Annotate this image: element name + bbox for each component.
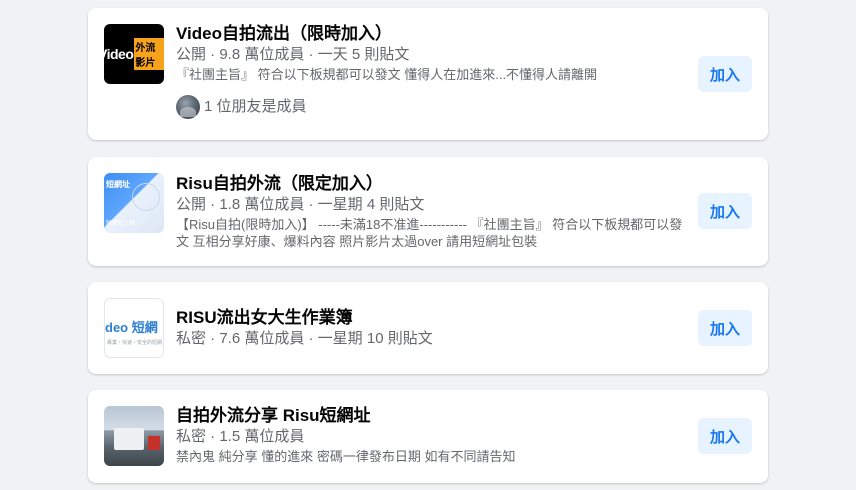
group-description: 『社團主旨』 符合以下板規都可以發文 懂得人在加進來...不懂得人請離開 xyxy=(176,67,598,82)
thumbnail-graphic xyxy=(114,428,144,450)
group-meta: 私密 · 1.5 萬位成員 xyxy=(176,428,305,445)
group-card: deo 短網 專業・快速・安全的短網 RISU流出女大生作業簿 私密 · 7.6… xyxy=(88,282,768,374)
group-meta: 私密 · 7.6 萬位成員 · 一星期 10 則貼文 xyxy=(176,330,433,347)
thumbnail-caption: 短網址 / 網 xyxy=(106,221,136,227)
thumbnail-graphic xyxy=(148,436,160,450)
join-button[interactable]: 加入 xyxy=(698,193,752,229)
thumbnail-text: 短網址 xyxy=(106,180,130,189)
group-meta: 公開 · 1.8 萬位成員 · 一星期 4 則貼文 xyxy=(176,196,425,213)
friend-avatar[interactable] xyxy=(176,95,200,119)
group-meta: 公開 · 9.8 萬位成員 · 一天 5 則貼文 xyxy=(176,46,410,63)
group-name[interactable]: 自拍外流分享 Risu短網址 xyxy=(176,405,688,427)
friends-row: 1 位朋友是成員 xyxy=(176,95,688,119)
thumbnail-badge: 外流影片 xyxy=(134,38,164,70)
join-button[interactable]: 加入 xyxy=(698,56,752,92)
group-description: 【Risu自拍(限時加入)】 -----未滿18不准進----------- 『… xyxy=(176,217,683,249)
thumbnail-text: Video xyxy=(104,46,134,62)
group-card: 短網址 短網址 / 網 Risu自拍外流（限定加入） 公開 · 1.8 萬位成員… xyxy=(88,157,768,266)
group-thumbnail[interactable]: 短網址 短網址 / 網 xyxy=(104,173,164,233)
friends-count: 1 位朋友是成員 xyxy=(204,98,307,115)
group-thumbnail[interactable]: deo 短網 專業・快速・安全的短網 xyxy=(104,298,164,358)
group-card: Video 外流影片 Video自拍流出（限時加入） 公開 · 9.8 萬位成員… xyxy=(88,8,768,140)
thumbnail-text: deo 短網 xyxy=(105,320,158,335)
group-name[interactable]: Video自拍流出（限時加入） xyxy=(176,23,688,45)
group-name[interactable]: RISU流出女大生作業簿 xyxy=(176,307,688,329)
thumbnail-caption: 專業・快速・安全的短網 xyxy=(107,340,163,346)
group-card: 自拍外流分享 Risu短網址 私密 · 1.5 萬位成員 禁內鬼 純分享 懂的進… xyxy=(88,390,768,483)
thumbnail-graphic xyxy=(132,183,160,211)
join-button[interactable]: 加入 xyxy=(698,418,752,454)
join-button[interactable]: 加入 xyxy=(698,310,752,346)
group-thumbnail[interactable]: Video 外流影片 xyxy=(104,24,164,84)
group-thumbnail[interactable] xyxy=(104,406,164,466)
group-name[interactable]: Risu自拍外流（限定加入） xyxy=(176,173,688,195)
group-description: 禁內鬼 純分享 懂的進來 密碼一律發布日期 如有不同請告知 xyxy=(176,449,516,464)
